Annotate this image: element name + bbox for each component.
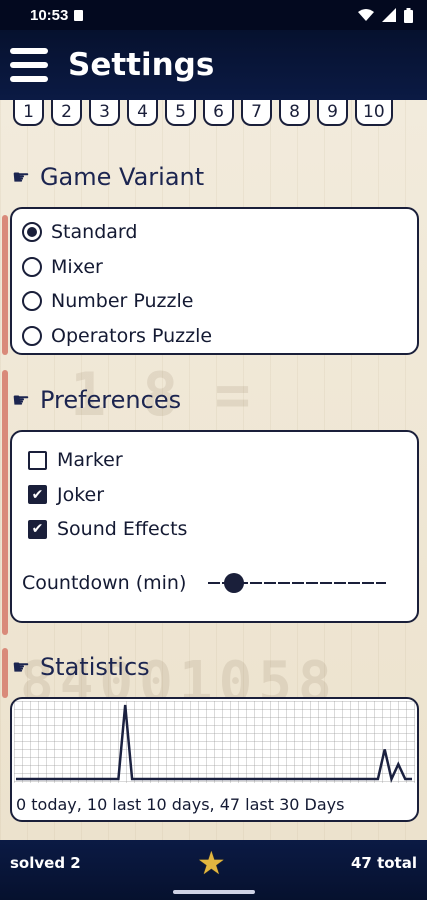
preference-option[interactable]: Marker: [12, 443, 417, 478]
variant-option[interactable]: Number Puzzle: [12, 284, 417, 319]
number-tab[interactable]: 1: [13, 100, 44, 126]
sd-card-icon: [74, 9, 84, 21]
section-heading-label: Preferences: [39, 386, 182, 414]
checkbox-checked-icon[interactable]: ✔: [28, 519, 47, 539]
page-title: Settings: [68, 47, 215, 83]
accent-strip: [2, 215, 8, 355]
preferences-card: Marker ✔ Joker ✔ Sound Effects Countdown (mi…: [10, 430, 419, 623]
number-tab[interactable]: 8: [279, 100, 310, 126]
variant-option[interactable]: Standard: [12, 215, 417, 250]
number-tabs: 1 2 3 4 5 6 7 8 9 10: [13, 100, 413, 128]
variant-option[interactable]: Mixer: [12, 250, 417, 285]
variant-option[interactable]: Operators Puzzle: [12, 319, 417, 354]
status-icons: [358, 7, 413, 23]
bottom-bar: solved 2 ★ 47 total: [0, 840, 427, 900]
radio-empty-icon[interactable]: [22, 256, 42, 277]
gesture-handle: [173, 890, 255, 894]
preference-option[interactable]: ✔ Sound Effects: [12, 512, 417, 547]
number-tab[interactable]: 3: [89, 100, 120, 126]
wifi-icon: [358, 9, 374, 21]
game-variant-card: Standard Mixer Number Puzzle Operators Puzz…: [10, 207, 419, 355]
slider-thumb[interactable]: [224, 572, 245, 593]
number-tab[interactable]: 6: [203, 100, 234, 126]
radio-selected-icon[interactable]: [22, 222, 42, 243]
stats-summary: 0 today, 10 last 10 days, 47 last 30 Day…: [16, 795, 345, 814]
variant-option-label: Operators Puzzle: [51, 324, 213, 347]
variant-option-label: Number Puzzle: [51, 290, 194, 313]
status-time: 10:53: [30, 6, 69, 24]
section-heading-preferences: ☛ Preferences: [12, 386, 181, 414]
accent-strip: [2, 648, 8, 698]
section-heading-label: Statistics: [39, 653, 150, 681]
preference-option-label: Joker: [57, 483, 105, 506]
pointing-hand-icon: ☛: [12, 388, 30, 412]
preference-option[interactable]: ✔ Joker: [12, 478, 417, 513]
menu-icon[interactable]: [10, 48, 48, 82]
statistics-card: 0 today, 10 last 10 days, 47 last 30 Day…: [10, 697, 419, 822]
countdown-slider[interactable]: [208, 568, 387, 598]
number-tab[interactable]: 5: [165, 100, 196, 126]
number-tab[interactable]: 4: [127, 100, 158, 126]
pointing-hand-icon: ☛: [12, 165, 30, 189]
signal-icon: [382, 8, 396, 22]
battery-icon: [404, 7, 413, 23]
section-heading-statistics: ☛ Statistics: [12, 653, 150, 681]
section-heading-game-variant: ☛ Game Variant: [12, 163, 204, 191]
stats-series-line: [16, 704, 412, 783]
checkbox-empty-icon[interactable]: [28, 450, 47, 470]
status-bar: 10:53: [0, 0, 427, 30]
pointing-hand-icon: ☛: [12, 655, 30, 679]
checkbox-checked-icon[interactable]: ✔: [28, 485, 47, 505]
radio-empty-icon[interactable]: [22, 291, 42, 312]
section-heading-label: Game Variant: [39, 163, 205, 191]
accent-strip: [2, 370, 8, 635]
stats-chart: [16, 704, 412, 783]
number-tab[interactable]: 10: [355, 100, 393, 126]
solved-count: solved 2: [10, 854, 81, 872]
number-tab[interactable]: 7: [241, 100, 272, 126]
preference-option-label: Marker: [57, 449, 123, 472]
countdown-label: Countdown (min): [22, 571, 187, 594]
star-icon[interactable]: ★: [197, 844, 226, 882]
app-bar: Settings: [0, 30, 427, 100]
variant-option-label: Standard: [51, 221, 138, 244]
total-count: 47 total: [350, 854, 417, 872]
variant-option-label: Mixer: [51, 255, 103, 278]
preference-option-label: Sound Effects: [57, 518, 188, 541]
number-tab[interactable]: 2: [51, 100, 82, 126]
number-tab[interactable]: 9: [317, 100, 348, 126]
countdown-row: Countdown (min): [12, 568, 417, 598]
radio-empty-icon[interactable]: [22, 325, 42, 346]
